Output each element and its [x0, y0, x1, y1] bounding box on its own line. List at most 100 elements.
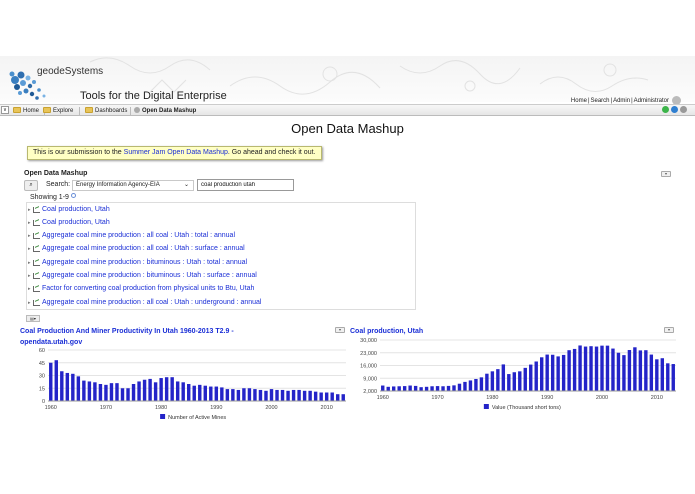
- bar[interactable]: [142, 379, 147, 401]
- bar[interactable]: [572, 348, 577, 391]
- bar[interactable]: [583, 346, 588, 391]
- bar[interactable]: [181, 382, 185, 401]
- bar[interactable]: [286, 390, 290, 401]
- bar[interactable]: [545, 354, 549, 391]
- bar[interactable]: [644, 350, 648, 391]
- list-item[interactable]: ▸ Aggregate coal mine production : all co…: [27, 230, 415, 242]
- bar[interactable]: [225, 389, 230, 401]
- bar[interactable]: [65, 372, 70, 401]
- expand-arrow-icon[interactable]: ▸: [28, 243, 31, 255]
- bar[interactable]: [446, 385, 451, 391]
- list-item[interactable]: ▸ Factor for converting coal production f…: [27, 283, 415, 295]
- bar[interactable]: [633, 347, 637, 391]
- bar[interactable]: [98, 384, 103, 401]
- bar[interactable]: [280, 389, 285, 401]
- bar[interactable]: [258, 389, 263, 401]
- bar[interactable]: [297, 389, 301, 401]
- banner-link[interactable]: Summer Jam Open Data Mashup: [124, 149, 228, 156]
- settings-icon[interactable]: [680, 106, 687, 113]
- bar[interactable]: [308, 390, 312, 401]
- bar[interactable]: [430, 386, 434, 391]
- bar[interactable]: [175, 381, 180, 401]
- panel-menu-button[interactable]: ▾: [661, 171, 671, 177]
- bar[interactable]: [605, 345, 610, 391]
- expand-arrow-icon[interactable]: ▸: [28, 257, 31, 269]
- bar[interactable]: [313, 391, 318, 401]
- list-item[interactable]: ▸ Coal production, Utah: [27, 217, 415, 229]
- bar[interactable]: [148, 378, 152, 401]
- bar[interactable]: [247, 388, 252, 401]
- bar[interactable]: [214, 386, 219, 401]
- bar[interactable]: [671, 364, 675, 391]
- bar[interactable]: [507, 374, 511, 391]
- bar[interactable]: [220, 387, 224, 401]
- chart-menu-button[interactable]: ▾: [335, 327, 345, 333]
- bar[interactable]: [71, 373, 75, 401]
- bar[interactable]: [600, 345, 604, 391]
- bar[interactable]: [441, 386, 445, 391]
- bar[interactable]: [518, 371, 522, 391]
- nav-item-explore[interactable]: Explore: [43, 106, 73, 116]
- bar[interactable]: [87, 381, 92, 401]
- list-item[interactable]: ▸ Aggregate coal mine production : all co…: [27, 243, 415, 255]
- bar[interactable]: [93, 382, 97, 401]
- chart-menu-button[interactable]: ▾: [664, 327, 674, 333]
- bar[interactable]: [561, 354, 566, 391]
- search-query-input[interactable]: [197, 179, 294, 191]
- bar[interactable]: [302, 390, 307, 401]
- bar[interactable]: [638, 350, 643, 391]
- bar[interactable]: [170, 377, 174, 401]
- bar[interactable]: [198, 384, 202, 401]
- bar[interactable]: [529, 364, 533, 391]
- list-item[interactable]: ▸ Coal production, Utah: [27, 204, 415, 216]
- bar[interactable]: [523, 367, 527, 391]
- bar[interactable]: [164, 377, 169, 401]
- bar[interactable]: [330, 392, 334, 402]
- bar[interactable]: [611, 348, 615, 391]
- list-item[interactable]: ▸ Aggregate coal mine production : bitumi…: [27, 257, 415, 269]
- bar[interactable]: [131, 384, 136, 401]
- results-list[interactable]: ▸ Coal production, Utah ▸ Coal production,…: [26, 202, 416, 310]
- bar[interactable]: [341, 394, 345, 401]
- bar[interactable]: [649, 354, 654, 391]
- collapse-icon[interactable]: [70, 193, 76, 198]
- bar[interactable]: [485, 373, 489, 391]
- bar[interactable]: [413, 385, 418, 391]
- bar[interactable]: [666, 363, 670, 391]
- bar[interactable]: [622, 355, 626, 391]
- bar[interactable]: [452, 385, 456, 391]
- bar[interactable]: [336, 394, 340, 401]
- bar[interactable]: [137, 381, 141, 401]
- nav-item-home[interactable]: Home: [13, 106, 39, 116]
- bar[interactable]: [236, 389, 241, 401]
- bar[interactable]: [269, 389, 274, 401]
- expand-arrow-icon[interactable]: ▸: [28, 297, 31, 309]
- bar[interactable]: [474, 378, 478, 391]
- bar[interactable]: [192, 385, 196, 401]
- bar[interactable]: [264, 390, 268, 401]
- bar[interactable]: [324, 392, 329, 402]
- bar[interactable]: [660, 358, 664, 391]
- bar[interactable]: [512, 372, 516, 391]
- bar[interactable]: [120, 388, 125, 401]
- bar[interactable]: [126, 388, 130, 401]
- source-select[interactable]: Energy Information Agency-EIA ⌄: [72, 180, 194, 191]
- bar[interactable]: [419, 387, 423, 391]
- bar[interactable]: [496, 369, 500, 391]
- bar[interactable]: [392, 386, 396, 391]
- nav-toggle-icon[interactable]: ∨: [1, 106, 9, 114]
- bar[interactable]: [468, 380, 473, 391]
- bar[interactable]: [589, 346, 593, 391]
- bar[interactable]: [275, 389, 279, 401]
- bar[interactable]: [203, 385, 207, 401]
- nav-item-open-data-mashup[interactable]: Open Data Mashup: [134, 106, 196, 116]
- expand-arrow-icon[interactable]: ▸: [28, 230, 31, 242]
- bar[interactable]: [242, 388, 246, 401]
- bar[interactable]: [381, 385, 385, 391]
- chart-title-productivity[interactable]: Coal Production And Miner Productivity I…: [20, 326, 280, 348]
- bar[interactable]: [501, 364, 506, 391]
- bar[interactable]: [60, 371, 64, 401]
- info-icon[interactable]: [671, 106, 678, 113]
- bar[interactable]: [82, 380, 86, 401]
- bar[interactable]: [159, 378, 163, 401]
